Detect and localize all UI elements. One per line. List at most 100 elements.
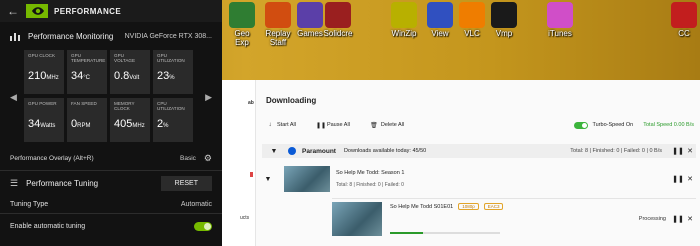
delete-all-button[interactable]: 🗑 Delete All: [370, 122, 404, 129]
desktop-icon[interactable]: CC: [664, 2, 700, 38]
app-icon: [547, 2, 573, 28]
chevron-left-icon[interactable]: ◀: [10, 92, 17, 103]
paramount-logo-icon: [288, 147, 296, 155]
metric-unit: MHz: [46, 75, 59, 81]
metric-unit: %: [163, 123, 169, 129]
app-sidebar: ab ucts: [222, 80, 256, 246]
collapse-icon[interactable]: ▼: [262, 176, 274, 183]
pause-icon[interactable]: ❚❚: [672, 215, 684, 223]
sidebar-label-2: ucts: [240, 215, 250, 221]
desktop-icon-label: Vmp: [495, 29, 513, 38]
desktop-icon[interactable]: Vmp: [484, 2, 524, 38]
desktop-icon[interactable]: WinZip: [384, 2, 424, 38]
metric-unit: MHz: [132, 123, 145, 129]
performance-overlay-label: Performance Overlay (Alt+R): [10, 154, 94, 162]
collapse-icon[interactable]: ▼: [268, 148, 280, 155]
metric-label: GPU VOLTAGE: [114, 53, 136, 63]
metric-label: GPU UTILIZATION: [157, 53, 185, 63]
close-icon[interactable]: ✕: [684, 147, 696, 155]
metric-tile: GPU POWER 34Watts: [24, 98, 64, 142]
turbo-toggle[interactable]: [574, 121, 589, 129]
performance-monitoring-header: Performance Monitoring NVIDIA GeForce RT…: [0, 24, 222, 48]
episode-title: So Help Me Todd S01E01: [390, 203, 454, 210]
turbo-speed[interactable]: Turbo-Speed On: [574, 121, 634, 129]
audio-badge: EAC3: [483, 203, 504, 210]
episode-progress: [390, 232, 500, 234]
app-icon: [229, 2, 255, 28]
close-icon[interactable]: ✕: [684, 215, 696, 223]
metric-value: 0.8: [114, 70, 130, 82]
pause-icon[interactable]: ❚❚: [672, 147, 684, 155]
performance-overlay-row[interactable]: Performance Overlay (Alt+R) Basic ⚙: [0, 150, 222, 166]
start-all-button[interactable]: ↓ Start All: [266, 122, 296, 128]
back-arrow-icon[interactable]: ←: [0, 4, 26, 18]
sidebar-label-1: ab: [248, 100, 254, 106]
bar-chart-icon: [10, 32, 20, 41]
app-icon: [265, 2, 291, 28]
season-thumbnail: [284, 166, 330, 192]
sliders-icon: ☰: [10, 177, 19, 188]
metric-label: CPU UTILIZATION: [157, 101, 185, 111]
desktop-icon[interactable]: Geo Exp: [222, 2, 262, 47]
metric-tile: CPU UTILIZATION 2%: [153, 98, 193, 142]
auto-tuning-toggle[interactable]: [194, 221, 212, 231]
pause-all-button[interactable]: ❚❚ Pause All: [316, 122, 350, 129]
chevron-right-icon[interactable]: ▶: [205, 92, 212, 103]
app-icon: [391, 2, 417, 28]
metric-unit: °C: [83, 75, 90, 81]
progress-fill: [390, 232, 423, 234]
episode-thumbnail: [332, 201, 382, 236]
pause-icon: ❚❚: [315, 122, 327, 129]
pause-icon[interactable]: ❚❚: [672, 175, 684, 183]
metric-value: 23: [157, 70, 170, 82]
metric-value-line: 0.8Volt: [114, 70, 146, 82]
metric-value: 34: [71, 70, 84, 82]
episode-row: So Help Me Todd S01E01 1080p EAC3 Proces…: [332, 198, 696, 238]
performance-monitoring-label: Performance Monitoring: [28, 31, 114, 41]
service-group-row: ▼ Paramount Downloads available today: 4…: [262, 144, 696, 158]
tuning-type-value[interactable]: Automatic: [181, 201, 212, 208]
trash-icon: 🗑: [370, 122, 378, 129]
reset-button[interactable]: RESET: [160, 175, 212, 191]
download-icon: ↓: [268, 122, 272, 128]
sidebar-marker: [250, 172, 253, 177]
overlay-mode-value[interactable]: Basic: [180, 155, 196, 162]
metric-value: 405: [114, 118, 133, 130]
toolbar: ↓ Start All ❚❚ Pause All 🗑 Delete All Tu…: [266, 118, 694, 132]
episode-title-line: So Help Me Todd S01E01 1080p EAC3: [390, 203, 504, 210]
metric-value-line: 34°C: [71, 70, 103, 82]
auto-tuning-label: Enable automatic tuning: [10, 222, 86, 230]
metric-grid: ◀ GPU CLOCK 210MHz GPU TEMPERATURE 34°C GPU …: [10, 50, 212, 142]
app-icon: [325, 2, 351, 28]
metric-value-line: 2%: [157, 118, 189, 130]
close-icon[interactable]: ✕: [684, 175, 696, 183]
metric-unit: %: [169, 75, 175, 81]
metric-label: FAN SPEED: [71, 101, 97, 106]
gpu-name: NVIDIA GeForce RTX 308...: [124, 32, 212, 40]
metric-value-line: 34Watts: [28, 118, 60, 130]
metric-unit: Volt: [129, 75, 140, 81]
nvidia-logo-icon: [26, 4, 48, 18]
desktop-icon-label: Geo Exp: [234, 29, 250, 47]
delete-all-label: Delete All: [380, 122, 405, 128]
service-name: Paramount: [302, 147, 336, 155]
metric-value-line: 210MHz: [28, 70, 60, 82]
app-icon: [491, 2, 517, 28]
metric-label: GPU POWER: [28, 101, 57, 106]
desktop-icon[interactable]: iTunes: [540, 2, 580, 38]
gear-icon[interactable]: ⚙: [204, 153, 212, 164]
metric-label: MEMORY CLOCK: [114, 101, 135, 111]
metric-tile: GPU UTILIZATION 23%: [153, 50, 193, 94]
turbo-label: Turbo-Speed On: [592, 122, 634, 128]
tuning-type-row[interactable]: Tuning Type Automatic: [0, 195, 222, 213]
tuning-type-label: Tuning Type: [10, 200, 49, 208]
overlay-title: PERFORMANCE: [54, 6, 122, 16]
app-main: Downloading ↓ Start All ❚❚ Pause All 🗑 D…: [256, 80, 700, 246]
desktop-icon[interactable]: Solidcre: [318, 2, 358, 38]
metric-label: GPU TEMPERATURE: [71, 53, 106, 63]
desktop-icon-label: CC: [678, 29, 690, 38]
performance-tuning-header: ☰ Performance Tuning RESET: [0, 171, 222, 195]
metric-unit: RPM: [77, 123, 91, 129]
group-stats: Total: 8 | Finished: 0 | Failed: 0 | 0 B…: [570, 148, 662, 154]
metric-value-line: 23%: [157, 70, 189, 82]
